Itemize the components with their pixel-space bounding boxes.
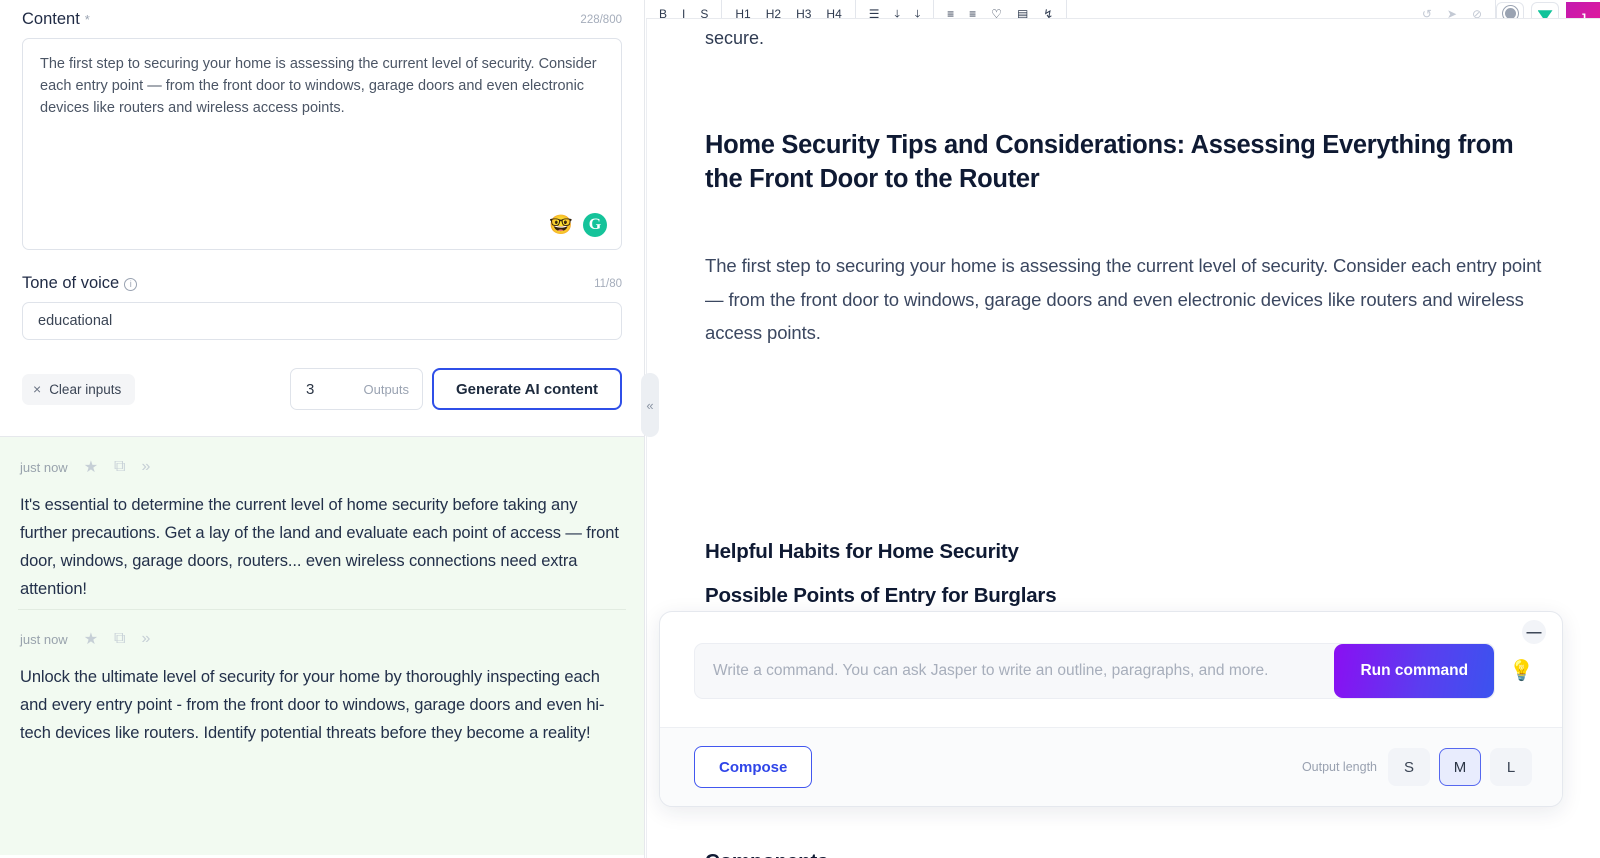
clear-format-icon[interactable]: ↯ [1043, 5, 1053, 18]
heading-1-icon[interactable]: H1 [735, 5, 750, 18]
bullet-list-icon[interactable]: ≡ [969, 5, 976, 18]
document-paragraph: The first step to securing your home is … [705, 255, 1542, 343]
close-icon: × [33, 381, 42, 397]
align-right-icon[interactable]: ⤓ [915, 5, 920, 18]
toolbar-group-history: ↺ ➤ ⊘ [1409, 0, 1496, 18]
toolbar-group-headings: H1 H2 H3 H4 [722, 0, 856, 18]
command-input-row: Run command 💡 [660, 612, 1562, 699]
output-card-meta: just now ★ ⧉ » [20, 457, 624, 477]
output-card[interactable]: just now ★ ⧉ » It's essential to determi… [18, 437, 626, 609]
lightbulb-icon[interactable]: 💡 [1509, 643, 1534, 699]
outputs-count-input[interactable] [304, 379, 339, 399]
app-root: Content * 228/800 The first step to secu… [0, 0, 1600, 858]
generate-ai-content-button[interactable]: Generate AI content [432, 368, 622, 410]
strikethrough-icon[interactable]: S [700, 5, 708, 18]
info-icon[interactable]: i [124, 278, 138, 291]
redo-icon[interactable]: ➤ [1447, 5, 1457, 18]
align-left-icon[interactable]: ☰ [869, 5, 880, 18]
tone-field-header: Tone of voice i 11/80 [22, 274, 622, 293]
content-textarea-value: The first step to securing your home is … [40, 56, 601, 116]
right-editor-panel: B I S H1 H2 H3 H4 ☰ ⤓ ⤓ ≡ ≡ ♡ ▤ ↯ ↺ ➤ ⊘ … [646, 0, 1600, 858]
heading-4-icon[interactable]: H4 [826, 5, 841, 18]
output-timestamp: just now [20, 459, 68, 475]
collapse-panel-handle[interactable]: « [641, 373, 659, 437]
heading-3-icon[interactable]: H3 [796, 5, 811, 18]
output-length-m-button[interactable]: M [1439, 748, 1481, 786]
output-text: It's essential to determine the current … [20, 496, 619, 598]
tone-label: Tone of voice i [22, 274, 138, 293]
input-form: Content * 228/800 The first step to secu… [0, 0, 644, 436]
star-icon[interactable]: ★ [84, 629, 98, 649]
toolbar-group-align: ☰ ⤓ ⤓ [856, 0, 935, 18]
document-title: Home Security Tips and Considerations: A… [705, 131, 1514, 193]
image-icon[interactable]: ▤ [1017, 5, 1028, 18]
italic-icon[interactable]: I [682, 5, 685, 18]
toolbar-group-format: B I S [646, 0, 723, 18]
insert-chevron-icon[interactable]: » [141, 458, 150, 476]
outputs-stepper[interactable]: Outputs [290, 368, 424, 410]
jasper-command-card: — Run command 💡 Compose Output length S … [659, 611, 1563, 807]
left-input-panel: Content * 228/800 The first step to secu… [0, 0, 645, 858]
output-card-meta: just now ★ ⧉ » [20, 629, 624, 649]
run-command-button[interactable]: Run command [1334, 644, 1495, 698]
document-heading-components: Components [705, 840, 1542, 858]
nerd-face-emoji-icon[interactable]: 🤓 [549, 216, 573, 235]
output-text: Unlock the ultimate level of security fo… [20, 668, 605, 742]
minimize-icon[interactable]: — [1522, 620, 1546, 644]
form-actions: × Clear inputs Outputs Generate AI conte… [22, 368, 622, 436]
outputs-label: Outputs [363, 381, 410, 397]
heading-2-icon[interactable]: H2 [766, 5, 781, 18]
seo-chip[interactable] [1531, 2, 1559, 18]
tone-char-counter: 11/80 [594, 277, 622, 290]
ordered-list-icon[interactable]: ≡ [947, 5, 954, 18]
content-textarea[interactable]: The first step to securing your home is … [22, 38, 622, 250]
compose-button[interactable]: Compose [694, 746, 813, 788]
output-card[interactable]: just now ★ ⧉ » Unlock the ultimate level… [18, 609, 626, 753]
required-asterisk: * [84, 12, 90, 27]
star-icon[interactable]: ★ [84, 457, 98, 477]
document-heading-1: Helpful Habits for Home Security [705, 539, 1019, 563]
copy-icon[interactable]: ⧉ [114, 630, 125, 648]
help-icon[interactable]: ⊘ [1472, 5, 1482, 18]
undo-icon[interactable]: ↺ [1422, 5, 1432, 18]
output-timestamp: just now [20, 631, 68, 647]
command-input[interactable] [695, 644, 1335, 698]
editor-toolbar: B I S H1 H2 H3 H4 ☰ ⤓ ⤓ ≡ ≡ ♡ ▤ ↯ ↺ ➤ ⊘ … [646, 0, 1600, 19]
toolbar-group-lists: ≡ ≡ ♡ ▤ ↯ [934, 0, 1068, 18]
grammarly-toggle-chip[interactable] [1496, 2, 1524, 18]
content-char-counter: 228/800 [580, 13, 622, 26]
generate-controls: Outputs Generate AI content [290, 368, 622, 410]
output-length-s-button[interactable]: S [1388, 748, 1430, 786]
command-card-footer: Compose Output length S M L [660, 727, 1562, 806]
tone-label-text: Tone of voice [22, 274, 120, 292]
content-label-text: Content [22, 10, 80, 28]
output-length-label: Output length [1301, 760, 1377, 774]
surfer-seo-icon [1537, 10, 1553, 18]
clear-inputs-label: Clear inputs [49, 381, 122, 397]
content-field-header: Content * 228/800 [22, 10, 622, 29]
output-length-l-button[interactable]: L [1490, 748, 1532, 786]
avatar[interactable]: J [1566, 2, 1600, 19]
copy-icon[interactable]: ⧉ [114, 458, 125, 476]
content-box-icons: 🤓 G [549, 213, 607, 237]
document-orphan-line: secure. [705, 28, 765, 48]
output-length-group: Output length S M L [1302, 748, 1532, 786]
tone-of-voice-input[interactable] [22, 302, 622, 340]
highlight-icon[interactable]: ♡ [991, 5, 1002, 18]
insert-chevron-icon[interactable]: » [141, 630, 150, 648]
bold-icon[interactable]: B [659, 5, 667, 18]
ai-outputs-list: just now ★ ⧉ » It's essential to determi… [0, 436, 644, 855]
command-input-wrapper[interactable]: Run command [694, 643, 1496, 699]
grammarly-icon[interactable]: G [583, 213, 607, 237]
align-center-icon[interactable]: ⤓ [895, 5, 900, 18]
content-label: Content * [22, 10, 90, 29]
clear-inputs-button[interactable]: × Clear inputs [22, 373, 136, 405]
grammarly-dot-icon [1502, 6, 1518, 18]
avatar-initial: J [1579, 12, 1587, 19]
